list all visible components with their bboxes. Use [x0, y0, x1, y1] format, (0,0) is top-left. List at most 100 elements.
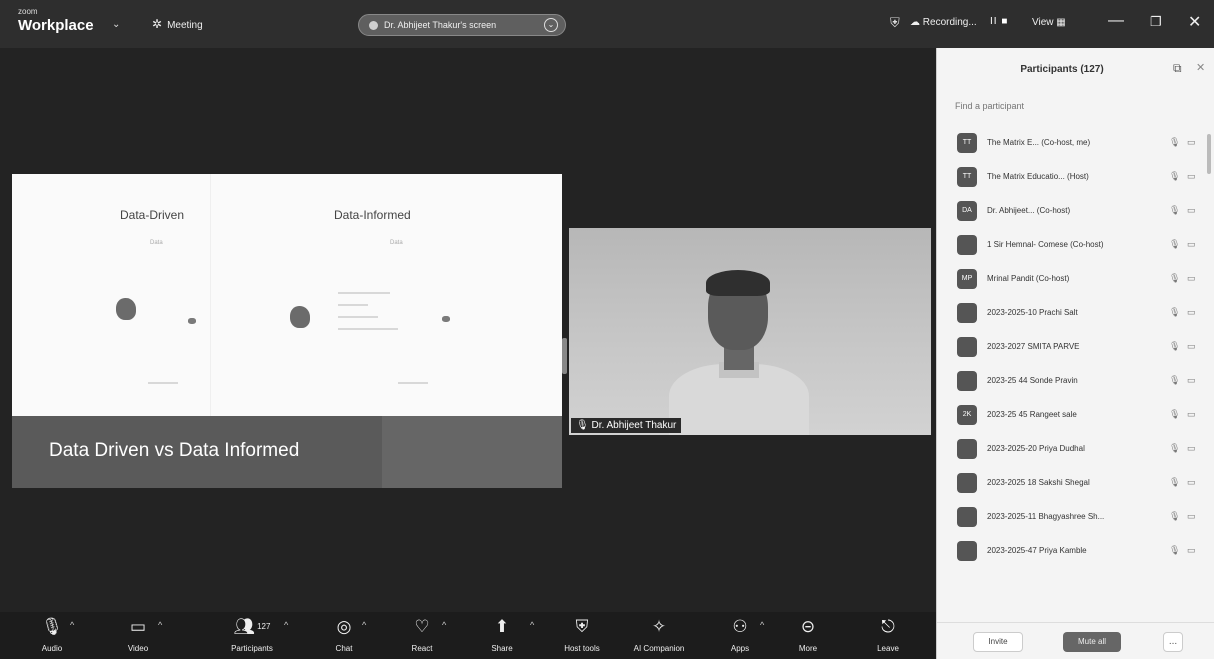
mic-off-icon[interactable]: 🎙︎: [1169, 375, 1180, 386]
close-icon[interactable]: ✕: [1196, 61, 1205, 74]
video-off-icon[interactable]: ▭: [1187, 341, 1196, 352]
react-button[interactable]: ♡ React ^: [390, 614, 454, 657]
chat-label: Chat: [335, 644, 353, 653]
participant-row[interactable]: 2023-2025-10 Prachi Salt 🎙︎ ▭: [955, 300, 1211, 334]
mic-off-icon[interactable]: 🎙︎: [1169, 307, 1180, 318]
leave-button[interactable]: ⎋ Leave: [856, 614, 920, 657]
participant-row[interactable]: 2K 2023-25 45 Rangeet sale 🎙︎ ▭: [955, 402, 1211, 436]
chevron-up-icon[interactable]: ^: [530, 620, 534, 630]
mic-off-icon[interactable]: 🎙︎: [1169, 205, 1180, 216]
video-off-icon[interactable]: ▭: [1187, 205, 1196, 216]
restore-icon[interactable]: ❐: [1150, 14, 1162, 30]
zoom-window: zoom Workplace ⌄ ✲ Meeting Dr. Abhijeet T…: [0, 0, 1214, 659]
resize-handle[interactable]: [562, 338, 567, 374]
view-button[interactable]: View ▦: [1032, 17, 1066, 28]
chevron-up-icon[interactable]: ^: [158, 620, 162, 630]
invite-button[interactable]: Invite: [973, 632, 1023, 652]
video-off-icon[interactable]: ▭: [1187, 409, 1196, 420]
participant-row[interactable]: 2023-2025-11 Bhagyashree Sh... 🎙︎ ▭: [955, 504, 1211, 538]
speaker-hair: [706, 270, 770, 296]
mic-off-icon[interactable]: 🎙︎: [1169, 443, 1180, 454]
mic-off-icon[interactable]: 🎙︎: [1169, 477, 1180, 488]
participant-row[interactable]: 2023-2025 18 Sakshi Shegal 🎙︎ ▭: [955, 470, 1211, 504]
participants-icon: 👥︎ 127: [233, 617, 271, 636]
more-button[interactable]: ⊝ More: [776, 614, 840, 657]
host-tools-button[interactable]: ⛨ Host tools: [550, 614, 614, 657]
chevron-down-icon[interactable]: ⌄: [544, 18, 558, 32]
participant-row[interactable]: 2023-2027 SMITA PARVE 🎙︎ ▭: [955, 334, 1211, 368]
chevron-up-icon[interactable]: ^: [760, 620, 764, 630]
ai-companion-button[interactable]: ✧ AI Companion: [622, 614, 696, 657]
recording-status[interactable]: ☁ Recording...: [910, 17, 977, 28]
participant-list: TT The Matrix E... (Co-host, me) 🎙︎ ▭ TT The …: [955, 130, 1211, 572]
participant-name: Dr. Abhijeet... (Co-host): [987, 206, 1071, 215]
mic-off-icon[interactable]: 🎙︎: [1169, 137, 1180, 148]
shield-icon[interactable]: ⛨: [890, 15, 900, 31]
chat-button[interactable]: ◎ Chat ^: [312, 614, 376, 657]
video-off-icon[interactable]: ▭: [1187, 171, 1196, 182]
recording-controls[interactable]: II ■: [990, 16, 1008, 27]
chevron-up-icon[interactable]: ^: [362, 620, 366, 630]
participant-row[interactable]: 2023-2025-20 Priya Dudhal 🎙︎ ▭: [955, 436, 1211, 470]
participant-row[interactable]: DA Dr. Abhijeet... (Co-host) 🎙︎ ▭: [955, 198, 1211, 232]
slide-caption-bar: Data Driven vs Data Informed: [12, 416, 562, 488]
video-label: Video: [127, 644, 149, 653]
slide-caption: Data Driven vs Data Informed: [49, 440, 300, 461]
mic-off-icon[interactable]: 🎙︎: [1169, 239, 1180, 250]
chevron-up-icon[interactable]: ^: [70, 620, 74, 630]
chevron-down-icon[interactable]: ⌄: [112, 19, 120, 30]
mute-all-button[interactable]: Mute all: [1063, 632, 1121, 652]
mic-off-icon[interactable]: 🎙︎: [1169, 171, 1180, 182]
video-off-icon[interactable]: ▭: [1187, 137, 1196, 148]
slide-right-title: Data-Informed: [334, 208, 411, 222]
video-off-icon[interactable]: ▭: [1187, 375, 1196, 386]
shield-icon: ⛨: [575, 617, 589, 636]
video-off-icon[interactable]: ▭: [1187, 239, 1196, 250]
speaker-video[interactable]: 🎙︎ Dr. Abhijeet Thakur: [569, 228, 931, 435]
mic-off-icon: 🎙︎: [41, 617, 63, 636]
close-icon[interactable]: ✕: [1188, 12, 1201, 32]
participant-name: 2023-2025-47 Priya Kamble: [987, 546, 1087, 555]
video-off-icon[interactable]: ▭: [1187, 511, 1196, 522]
mic-off-icon[interactable]: 🎙︎: [1169, 409, 1180, 420]
zoom-workplace-logo[interactable]: zoom Workplace: [18, 8, 94, 34]
participant-name: 2023-25 44 Sonde Pravin: [987, 376, 1078, 385]
mic-off-icon[interactable]: 🎙︎: [1169, 341, 1180, 352]
more-icon: ⊝: [800, 617, 816, 636]
chevron-up-icon[interactable]: ^: [284, 620, 288, 630]
apps-button[interactable]: ⚇ Apps ^: [708, 614, 772, 657]
video-off-icon[interactable]: ▭: [1187, 545, 1196, 556]
participants-button[interactable]: 👥︎ 127 Participants ^: [214, 614, 290, 657]
panel-scrollbar[interactable]: [1207, 134, 1211, 174]
audio-button[interactable]: 🎙︎ Audio ^: [20, 614, 84, 657]
meeting-info-button[interactable]: ✲ Meeting: [152, 17, 203, 31]
speaker-name-tag: 🎙︎ Dr. Abhijeet Thakur: [571, 418, 682, 433]
video-off-icon[interactable]: ▭: [1187, 477, 1196, 488]
mic-off-icon[interactable]: 🎙︎: [1169, 273, 1180, 284]
video-off-icon[interactable]: ▭: [1187, 307, 1196, 318]
screen-share-banner[interactable]: Dr. Abhijeet Thakur's screen ⌄: [358, 14, 566, 36]
participant-row[interactable]: TT The Matrix Educatio... (Host) 🎙︎ ▭: [955, 164, 1211, 198]
panel-more-button[interactable]: ...: [1163, 632, 1183, 652]
mic-off-icon[interactable]: 🎙︎: [1169, 545, 1180, 556]
participant-search-input[interactable]: [955, 96, 1195, 116]
participants-label: Participants: [231, 644, 273, 653]
chevron-up-icon[interactable]: ^: [442, 620, 446, 630]
participant-name: Mrinal Pandit (Co-host): [987, 274, 1070, 283]
sparkle-icon: ✧: [651, 617, 667, 636]
participant-row[interactable]: 2023-2025-47 Priya Kamble 🎙︎ ▭: [955, 538, 1211, 572]
video-button[interactable]: ▭ Video ^: [106, 614, 170, 657]
video-off-icon[interactable]: ▭: [1187, 273, 1196, 284]
meeting-toolbar: 🎙︎ Audio ^ ▭ Video ^ 👥︎ 127 Participants …: [0, 612, 936, 659]
slide-left-title: Data-Driven: [120, 208, 185, 222]
popout-icon[interactable]: ⧉: [1173, 61, 1182, 76]
participant-row[interactable]: 2023-25 44 Sonde Pravin 🎙︎ ▭: [955, 368, 1211, 402]
participant-row[interactable]: MP Mrinal Pandit (Co-host) 🎙︎ ▭: [955, 266, 1211, 300]
participant-row[interactable]: 1 Sir Hemnal- Comese (Co-host) 🎙︎ ▭: [955, 232, 1211, 266]
mic-off-icon[interactable]: 🎙︎: [1169, 511, 1180, 522]
participant-row[interactable]: TT The Matrix E... (Co-host, me) 🎙︎ ▭: [955, 130, 1211, 164]
meeting-label: Meeting: [167, 20, 203, 31]
video-off-icon[interactable]: ▭: [1187, 443, 1196, 454]
minimize-icon[interactable]: —: [1108, 12, 1124, 30]
share-button[interactable]: ⬆ Share ^: [470, 614, 534, 657]
